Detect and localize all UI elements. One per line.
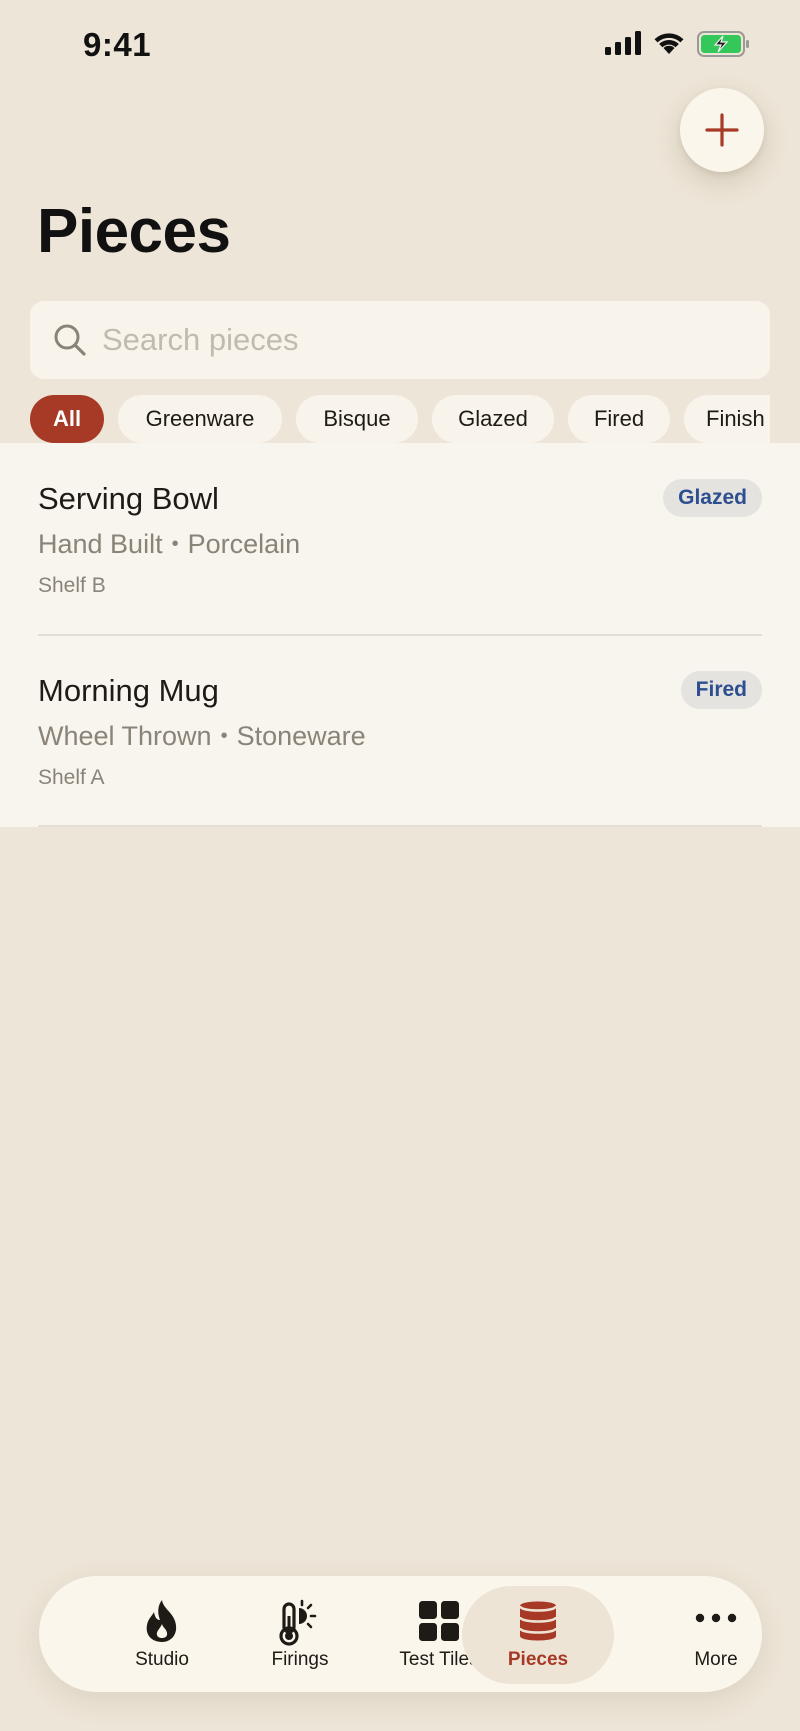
- grid-icon: [419, 1601, 459, 1641]
- piece-location: Shelf A: [38, 766, 105, 789]
- filter-chip-glazed[interactable]: Glazed: [432, 395, 554, 443]
- piece-name: Serving Bowl: [38, 481, 219, 516]
- search-icon: [54, 324, 86, 356]
- piece-name: Morning Mug: [38, 673, 219, 708]
- tab-studio[interactable]: Studio: [92, 1576, 232, 1692]
- search-bar[interactable]: [30, 301, 770, 379]
- battery-charging-icon: [697, 31, 749, 57]
- filter-chip-fired[interactable]: Fired: [568, 395, 670, 443]
- piece-meta: Hand Built • Porcelain: [38, 529, 300, 560]
- tab-firings[interactable]: Firings: [230, 1576, 370, 1692]
- cylinder-icon: [518, 1601, 558, 1641]
- tab-label: More: [694, 1649, 738, 1670]
- piece-location: Shelf B: [38, 574, 106, 597]
- filter-chips: All Greenware Bisque Glazed Fired Finish: [0, 395, 770, 443]
- plus-icon: [705, 113, 739, 147]
- tab-label: Firings: [271, 1649, 329, 1670]
- meta-separator: •: [220, 725, 228, 747]
- tab-pieces[interactable]: Pieces: [462, 1576, 614, 1692]
- search-input[interactable]: [102, 301, 752, 379]
- more-icon: [695, 1613, 737, 1623]
- piece-clay: Stoneware: [236, 721, 366, 751]
- wifi-icon: [654, 33, 684, 54]
- piece-row-morning-mug[interactable]: Morning Mug Wheel Thrown • Stoneware Shelf…: [0, 635, 800, 827]
- tab-more[interactable]: More: [646, 1576, 786, 1692]
- page-title: Pieces: [37, 197, 231, 266]
- tab-label: Pieces: [507, 1649, 569, 1670]
- piece-method: Hand Built: [38, 529, 163, 559]
- filter-chip-bisque[interactable]: Bisque: [296, 395, 418, 443]
- tab-bar: Studio Firings Test Tiles Pieces More: [39, 1576, 762, 1692]
- piece-row-serving-bowl[interactable]: Serving Bowl Hand Built • Porcelain Shelf …: [0, 443, 800, 636]
- status-bar: 9:41: [0, 0, 800, 90]
- cellular-signal-icon: [605, 31, 641, 55]
- pieces-screen: 9:41 Pieces Search pieces All Greenware …: [0, 0, 800, 1731]
- status-badge: Fired: [680, 671, 762, 709]
- add-piece-button[interactable]: [680, 88, 764, 172]
- piece-clay: Porcelain: [187, 529, 301, 559]
- tab-label: Studio: [135, 1649, 189, 1670]
- piece-list: Serving Bowl Hand Built • Porcelain Shelf …: [0, 443, 800, 827]
- flame-icon: [146, 1600, 177, 1642]
- row-divider: [38, 825, 762, 827]
- piece-method: Wheel Thrown: [38, 721, 212, 751]
- meta-separator: •: [171, 533, 179, 555]
- status-time: 9:41: [83, 26, 152, 63]
- thermometer-icon: [279, 1599, 317, 1646]
- filter-chip-greenware[interactable]: Greenware: [118, 395, 282, 443]
- status-badge: Glazed: [663, 479, 762, 517]
- piece-meta: Wheel Thrown • Stoneware: [38, 721, 366, 752]
- filter-chip-finished[interactable]: Finish: [684, 395, 770, 443]
- filter-chip-all[interactable]: All: [30, 395, 104, 443]
